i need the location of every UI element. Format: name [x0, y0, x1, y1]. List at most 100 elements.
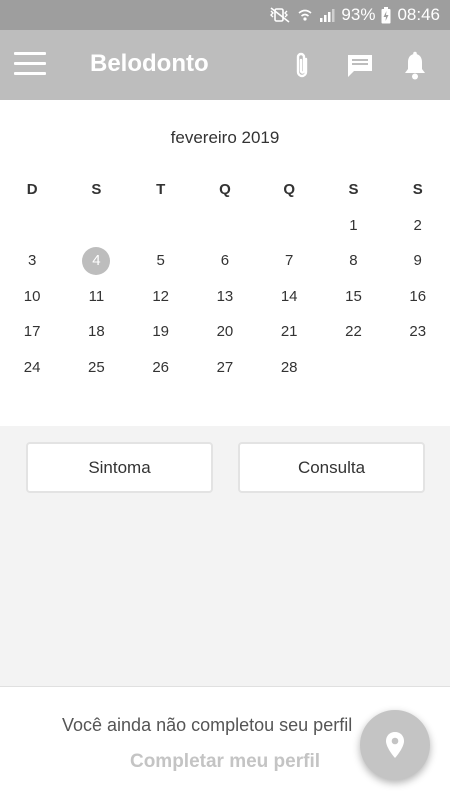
calendar-day-number: 13 — [216, 287, 234, 305]
calendar-day-number: 4 — [92, 252, 101, 269]
calendar-day[interactable]: 10 — [0, 279, 64, 315]
battery-charging-icon — [381, 6, 391, 24]
calendar-week: 24 25 26 27 28 — [0, 350, 450, 386]
calendar-day[interactable]: 8 — [321, 243, 385, 279]
calendar-day-number: 17 — [23, 323, 41, 340]
symptom-button[interactable]: Sintoma — [26, 442, 213, 493]
location-fab[interactable] — [360, 710, 430, 780]
weekday-header: DSTQQSS — [0, 172, 450, 208]
calendar-day[interactable]: 11 — [64, 279, 128, 315]
calendar-day-selected[interactable]: 4 — [64, 243, 128, 279]
mute-vibrate-icon — [269, 7, 291, 23]
calendar-day-number: 25 — [88, 358, 105, 376]
calendar-day-number: 5 — [156, 252, 165, 269]
calendar-day-number: 1 — [349, 216, 358, 234]
calendar-day-number: 26 — [152, 358, 169, 376]
calendar-week: 3 4 5 6 7 8 9 — [0, 243, 450, 279]
calendar-day-number: 20 — [216, 323, 234, 340]
calendar-day-number: 10 — [23, 287, 41, 305]
signal-icon — [319, 7, 335, 23]
calendar-day[interactable]: 2 — [386, 208, 450, 244]
calendar-day-number: 23 — [409, 323, 427, 340]
weekday-label: D — [26, 181, 38, 199]
calendar-day[interactable]: 16 — [386, 279, 450, 315]
chat-button[interactable] — [344, 50, 376, 82]
calendar-day[interactable]: 3 — [0, 243, 64, 279]
calendar-day[interactable]: 28 — [257, 350, 321, 386]
calendar-day-number: 8 — [349, 252, 358, 269]
calendar-empty-cell — [193, 208, 257, 244]
calendar-day-number: 6 — [220, 252, 230, 269]
calendar-day[interactable]: 23 — [386, 314, 450, 350]
calendar-day[interactable]: 1 — [321, 208, 385, 244]
calendar-day[interactable]: 26 — [129, 350, 193, 386]
calendar-day[interactable]: 21 — [257, 314, 321, 350]
weekday-label: T — [156, 181, 166, 199]
bell-icon — [405, 51, 425, 80]
weekday-label: S — [348, 181, 359, 199]
calendar-day[interactable]: 7 — [257, 243, 321, 279]
calendar-day-number: 27 — [216, 358, 234, 376]
calendar-day-number: 22 — [345, 323, 362, 340]
calendar-day[interactable]: 5 — [129, 243, 193, 279]
calendar-day[interactable]: 19 — [129, 314, 193, 350]
calendar-empty-cell — [386, 350, 450, 386]
calendar-day[interactable]: 18 — [64, 314, 128, 350]
profile-incomplete-message: Você ainda não completou seu perfil — [62, 715, 353, 735]
calendar-day[interactable]: 17 — [0, 314, 64, 350]
actions-area: Sintoma Consulta — [0, 426, 450, 686]
calendar-day-number: 15 — [345, 287, 362, 305]
calendar-day[interactable]: 15 — [321, 279, 385, 315]
calendar-day[interactable]: 24 — [0, 350, 64, 386]
calendar-empty-cell — [0, 208, 64, 244]
calendar-week: 17 18 19 20 21 22 23 — [0, 314, 450, 350]
app-bar: Belodonto — [0, 30, 450, 100]
calendar-week: 12 — [0, 208, 450, 244]
status-bar: 93% 08:46 — [0, 0, 450, 30]
month-title: fevereiro 2019 — [170, 128, 280, 147]
weekday-label: Q — [283, 181, 296, 199]
calendar-day-number: 3 — [27, 252, 37, 269]
calendar-day[interactable]: 14 — [257, 279, 321, 315]
weekday-label: Q — [219, 181, 231, 199]
calendar-day-number: 7 — [285, 252, 294, 269]
calendar-day-number: 21 — [280, 323, 298, 340]
menu-icon-line — [14, 72, 46, 75]
calendar-day[interactable]: 6 — [193, 243, 257, 279]
calendar-day[interactable]: 13 — [193, 279, 257, 315]
calendar-day-number: 24 — [23, 358, 41, 376]
calendar-day[interactable]: 22 — [321, 314, 385, 350]
menu-button[interactable] — [14, 52, 46, 78]
calendar-day[interactable]: 25 — [64, 350, 128, 386]
menu-icon-line — [14, 62, 46, 65]
calendar-day[interactable]: 20 — [193, 314, 257, 350]
calendar-day-number: 2 — [413, 216, 422, 234]
weekday-label: S — [412, 181, 423, 199]
appointment-button[interactable]: Consulta — [238, 442, 425, 493]
calendar-day-number: 18 — [88, 323, 105, 340]
calendar-day-number: 19 — [152, 323, 169, 340]
calendar-day-number: 16 — [409, 287, 427, 305]
calendar-empty-cell — [129, 208, 193, 244]
calendar-day-number: 12 — [152, 287, 169, 305]
calendar: fevereiro 2019 DSTQQSS 1 2 3 4 5 6 7 8 9 10 11 12 13… — [0, 100, 450, 426]
calendar-day-number: 11 — [88, 287, 105, 305]
calendar-grid: DSTQQSS 1 2 3 4 5 6 7 8 9 10 11 12 13 14 15 16 17 18 19 20 2… — [0, 172, 450, 385]
attachment-icon — [296, 52, 308, 78]
calendar-empty-cell — [64, 208, 128, 244]
app-title: Belodonto — [90, 50, 209, 77]
battery-level: 93% — [341, 5, 376, 24]
calendar-empty-cell — [257, 208, 321, 244]
notifications-button[interactable] — [399, 50, 431, 82]
calendar-day-number: 28 — [280, 358, 298, 376]
calendar-week: 10 11 12 13 14 15 16 — [0, 279, 450, 315]
calendar-day[interactable]: 12 — [129, 279, 193, 315]
calendar-day[interactable]: 27 — [193, 350, 257, 386]
wifi-icon — [297, 7, 313, 23]
calendar-day[interactable]: 9 — [386, 243, 450, 279]
calendar-day-number: 14 — [280, 287, 298, 305]
weekday-label: S — [91, 181, 102, 199]
calendar-empty-cell — [321, 350, 385, 386]
attachment-button[interactable] — [286, 50, 318, 82]
clock: 08:46 — [397, 5, 440, 24]
